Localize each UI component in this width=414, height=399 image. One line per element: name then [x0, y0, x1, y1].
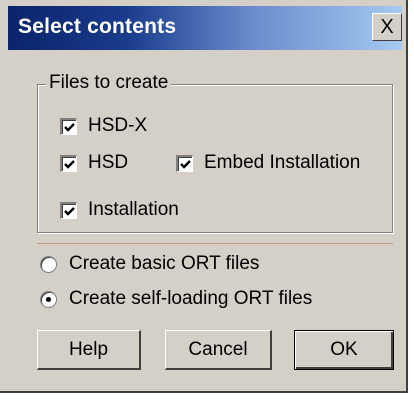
radio-basic-ort[interactable]	[40, 255, 57, 273]
checkbox-row-installation[interactable]: Installation	[60, 199, 179, 221]
checkmark-icon	[64, 122, 75, 132]
window-title: Select contents	[18, 15, 177, 38]
checkbox-label-installation: Installation	[88, 199, 179, 220]
checkbox-row-hsd-x[interactable]: HSD-X	[60, 115, 147, 137]
radio-label-self-loading: Create self-loading ORT files	[69, 288, 313, 309]
group-legend: Files to create	[46, 72, 172, 94]
checkbox-row-hsd[interactable]: HSD	[60, 152, 128, 174]
ok-button[interactable]: OK	[294, 330, 394, 370]
checkmark-icon	[64, 206, 75, 216]
title-bar[interactable]: Select contents X	[8, 6, 402, 50]
checkbox-installation[interactable]	[60, 201, 77, 219]
radio-self-loading-ort[interactable]	[40, 290, 57, 308]
radio-row-self-loading[interactable]: Create self-loading ORT files	[40, 288, 312, 310]
checkbox-label-hsd-x: HSD-X	[88, 115, 148, 136]
close-icon: X	[380, 16, 394, 38]
radio-row-basic[interactable]: Create basic ORT files	[40, 253, 259, 275]
checkbox-row-embed-installation[interactable]: Embed Installation	[176, 152, 360, 174]
radio-label-basic: Create basic ORT files	[69, 253, 260, 274]
help-button[interactable]: Help	[37, 330, 141, 370]
checkmark-icon	[180, 159, 191, 169]
checkbox-embed-installation[interactable]	[176, 154, 193, 172]
separator	[37, 243, 393, 244]
checkbox-label-hsd: HSD	[88, 152, 129, 173]
select-contents-dialog: Select contents X Files to create HSD-X …	[0, 0, 408, 393]
close-button[interactable]: X	[372, 13, 402, 41]
checkbox-hsd[interactable]	[60, 154, 77, 172]
checkmark-icon	[64, 159, 75, 169]
checkbox-label-embed-installation: Embed Installation	[204, 152, 361, 173]
radio-selected-dot	[46, 296, 51, 302]
cancel-button[interactable]: Cancel	[165, 330, 272, 370]
checkbox-hsd-x[interactable]	[60, 117, 77, 135]
